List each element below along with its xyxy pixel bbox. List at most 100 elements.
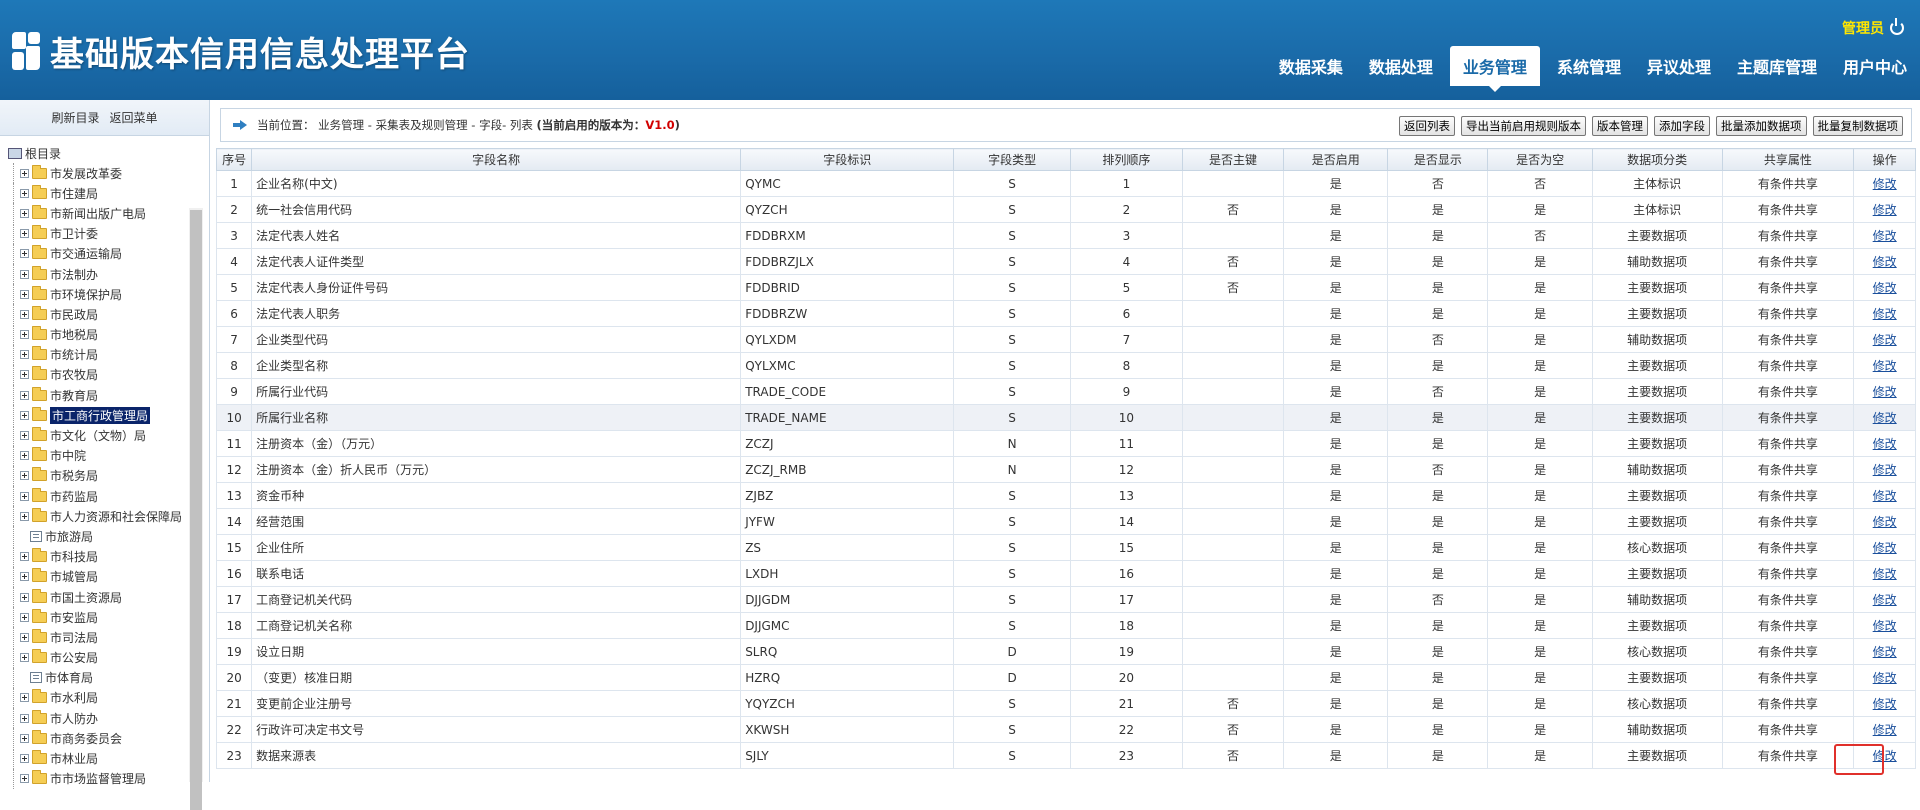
tree-node[interactable]: 市工商行政管理局 — [8, 405, 194, 426]
expand-icon[interactable] — [20, 511, 29, 521]
table-row[interactable]: 15 企业住所 ZS S 15 是是是核心数据项 有条件共享 修改 — [215, 534, 1916, 561]
tree-root[interactable]: 根目录 — [8, 144, 194, 163]
edit-link[interactable]: 修改 — [1873, 541, 1897, 555]
table-row[interactable]: 19 设立日期 SLRQ D 19 是是是核心数据项 有条件共享 修改 — [215, 638, 1916, 665]
table-row[interactable]: 7 企业类型代码 QYLXDM S 7 是否是辅助数据项 有条件共享 修改 — [215, 326, 1916, 353]
edit-link[interactable]: 修改 — [1873, 411, 1897, 425]
tree-node[interactable]: 市卫计委 — [8, 223, 194, 244]
nav-item[interactable]: 系统管理 — [1544, 46, 1634, 86]
expand-icon[interactable] — [20, 693, 29, 703]
expand-icon[interactable] — [20, 168, 29, 178]
table-row[interactable]: 5 法定代表人身份证件号码 FDDBRID S 5 否是是是主要数据项 有条件共享 修改 — [215, 274, 1916, 301]
tree-node[interactable]: 市农牧局 — [8, 364, 194, 385]
tree-node[interactable]: 市公安局 — [8, 647, 194, 668]
tree-node[interactable]: 市交通运输局 — [8, 243, 194, 264]
tree-node[interactable]: 市文化（文物）局 — [8, 425, 194, 446]
edit-link[interactable]: 修改 — [1873, 697, 1897, 711]
expand-icon[interactable] — [20, 188, 29, 198]
edit-link[interactable]: 修改 — [1873, 229, 1897, 243]
table-row[interactable]: 1 企业名称(中文) QYMC S 1 是否否主体标识 有条件共享 修改 — [215, 170, 1916, 197]
tree-node[interactable]: 市商务委员会 — [8, 728, 194, 749]
table-row[interactable]: 21 变更前企业注册号 YQYZCH S 21 否是是是核心数据项 有条件共享 修改 — [215, 690, 1916, 717]
expand-icon[interactable] — [20, 592, 29, 602]
expand-icon[interactable] — [20, 330, 29, 340]
toolbar-button[interactable]: 添加字段 — [1654, 116, 1710, 136]
tree-node[interactable]: 市科技局 — [8, 546, 194, 567]
edit-link[interactable]: 修改 — [1873, 333, 1897, 347]
edit-link[interactable]: 修改 — [1873, 307, 1897, 321]
expand-icon[interactable] — [20, 451, 29, 461]
tree-node[interactable]: 市法制办 — [8, 264, 194, 285]
expand-icon[interactable] — [20, 390, 29, 400]
table-row[interactable]: 8 企业类型名称 QYLXMC S 8 是是是主要数据项 有条件共享 修改 — [215, 352, 1916, 379]
table-row[interactable]: 11 注册资本（金）（万元） ZCZJ N 11 是是是主要数据项 有条件共享 修改 — [215, 430, 1916, 457]
nav-item[interactable]: 数据采集 — [1266, 46, 1356, 86]
tree-node[interactable]: 市教育局 — [8, 385, 194, 406]
edit-link[interactable]: 修改 — [1873, 463, 1897, 477]
nav-item[interactable]: 主题库管理 — [1724, 46, 1830, 86]
expand-icon[interactable] — [20, 572, 29, 582]
table-row[interactable]: 18 工商登记机关名称 DJJGMC S 18 是是是主要数据项 有条件共享 修改 — [215, 612, 1916, 639]
table-row[interactable]: 9 所属行业代码 TRADE_CODE S 9 是否是主要数据项 有条件共享 修改 — [215, 378, 1916, 405]
power-icon[interactable] — [1890, 18, 1904, 35]
edit-link[interactable]: 修改 — [1873, 723, 1897, 737]
tree-node[interactable]: 市住建局 — [8, 183, 194, 204]
tree-node[interactable]: 市国土资源局 — [8, 587, 194, 608]
expand-icon[interactable] — [20, 431, 29, 441]
expand-icon[interactable] — [20, 350, 29, 360]
edit-link[interactable]: 修改 — [1873, 619, 1897, 633]
table-row[interactable]: 22 行政许可决定书文号 XKWSH S 22 否是是是辅助数据项 有条件共享 修改 — [215, 716, 1916, 743]
table-row[interactable]: 16 联系电话 LXDH S 16 是是是主要数据项 有条件共享 修改 — [215, 560, 1916, 587]
toolbar-button[interactable]: 批量复制数据项 — [1812, 116, 1903, 136]
expand-icon[interactable] — [20, 249, 29, 259]
tree-node[interactable]: 市统计局 — [8, 344, 194, 365]
table-row[interactable]: 20 （变更）核准日期 HZRQ D 20 是是是主要数据项 有条件共享 修改 — [215, 664, 1916, 691]
toolbar-button[interactable]: 返回列表 — [1399, 116, 1455, 136]
tree-node[interactable]: 市体育局 — [8, 667, 194, 688]
tree-node[interactable]: 市林业局 — [8, 748, 194, 769]
edit-link[interactable]: 修改 — [1873, 671, 1897, 685]
expand-icon[interactable] — [20, 309, 29, 319]
tree-node[interactable]: 市安监局 — [8, 607, 194, 628]
edit-link[interactable]: 修改 — [1873, 645, 1897, 659]
expand-icon[interactable] — [20, 754, 29, 764]
tree-node[interactable]: 市发展改革委 — [8, 163, 194, 184]
table-row[interactable]: 4 法定代表人证件类型 FDDBRZJLX S 4 否是是是辅助数据项 有条件共享 修改 — [215, 248, 1916, 275]
tree-node[interactable]: 市水利局 — [8, 687, 194, 708]
refresh-tree-link[interactable]: 刷新目录 — [51, 109, 99, 126]
table-row[interactable]: 17 工商登记机关代码 DJJGDM S 17 是否是辅助数据项 有条件共享 修改 — [215, 586, 1916, 613]
expand-icon[interactable] — [20, 471, 29, 481]
expand-icon[interactable] — [20, 552, 29, 562]
table-row[interactable]: 3 法定代表人姓名 FDDBRXM S 3 是是否主要数据项 有条件共享 修改 — [215, 222, 1916, 249]
tree-node[interactable]: 市中院 — [8, 445, 194, 466]
expand-icon[interactable] — [20, 491, 29, 501]
nav-item[interactable]: 用户中心 — [1830, 46, 1920, 86]
expand-icon[interactable] — [20, 289, 29, 299]
expand-icon[interactable] — [20, 269, 29, 279]
edit-link[interactable]: 修改 — [1873, 385, 1897, 399]
nav-item[interactable]: 业务管理 — [1449, 46, 1540, 92]
tree-node[interactable]: 市旅游局 — [8, 526, 194, 547]
edit-link[interactable]: 修改 — [1873, 359, 1897, 373]
edit-link[interactable]: 修改 — [1873, 255, 1897, 269]
toolbar-button[interactable]: 版本管理 — [1592, 116, 1648, 136]
tree-node[interactable]: 市人防办 — [8, 708, 194, 729]
tree-node[interactable]: 市市场监督管理局 — [8, 768, 194, 789]
expand-icon[interactable] — [20, 632, 29, 642]
current-user[interactable]: 管理员 — [1842, 18, 1884, 38]
edit-link[interactable]: 修改 — [1873, 437, 1897, 451]
tree-node[interactable]: 市药监局 — [8, 486, 194, 507]
tree-node[interactable]: 市民政局 — [8, 304, 194, 325]
edit-link[interactable]: 修改 — [1873, 515, 1897, 529]
expand-icon[interactable] — [20, 229, 29, 239]
tree-node[interactable]: 市司法局 — [8, 627, 194, 648]
edit-link[interactable]: 修改 — [1873, 489, 1897, 503]
expand-icon[interactable] — [20, 612, 29, 622]
expand-icon[interactable] — [20, 733, 29, 743]
table-row[interactable]: 14 经营范围 JYFW S 14 是是是主要数据项 有条件共享 修改 — [215, 508, 1916, 535]
expand-icon[interactable] — [20, 410, 29, 420]
tree-node[interactable]: 市人力资源和社会保障局 — [8, 506, 194, 527]
nav-item[interactable]: 异议处理 — [1634, 46, 1724, 86]
tree-node[interactable]: 市税务局 — [8, 465, 194, 486]
edit-link[interactable]: 修改 — [1873, 593, 1897, 607]
